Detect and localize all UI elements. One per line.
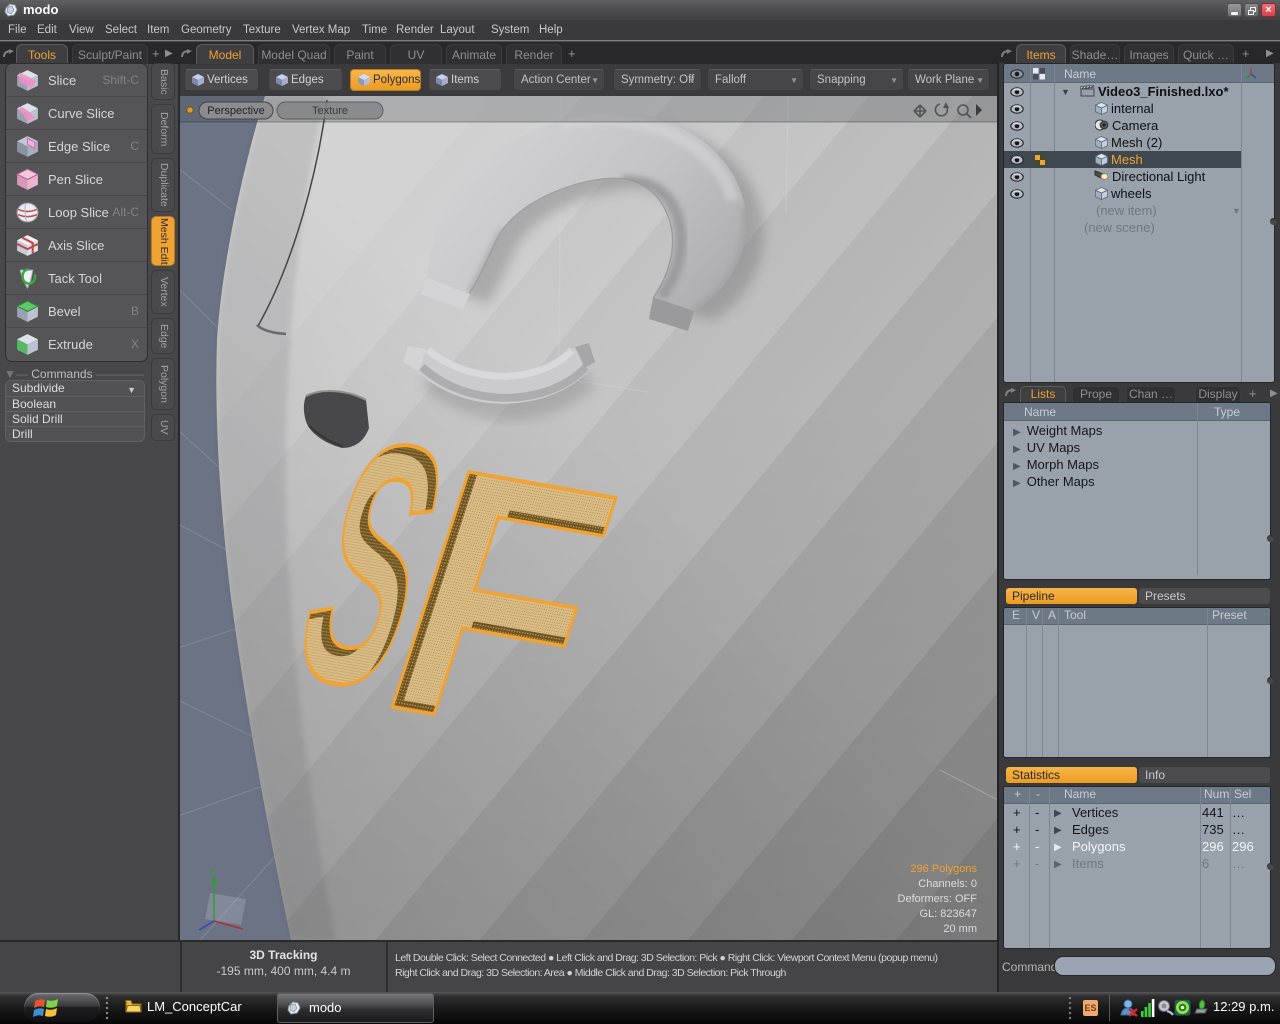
svg-text:Deformers: OFF: Deformers: OFF bbox=[898, 893, 978, 905]
svg-text:20 mm: 20 mm bbox=[943, 923, 977, 935]
svg-text:y: y bbox=[209, 865, 214, 875]
svg-text:Texture: Texture bbox=[312, 105, 348, 117]
svg-text:Channels: 0: Channels: 0 bbox=[918, 878, 977, 890]
svg-text:296 Polygons: 296 Polygons bbox=[910, 863, 977, 875]
svg-text:Perspective: Perspective bbox=[207, 105, 264, 117]
svg-text:GL: 823647: GL: 823647 bbox=[920, 908, 978, 920]
